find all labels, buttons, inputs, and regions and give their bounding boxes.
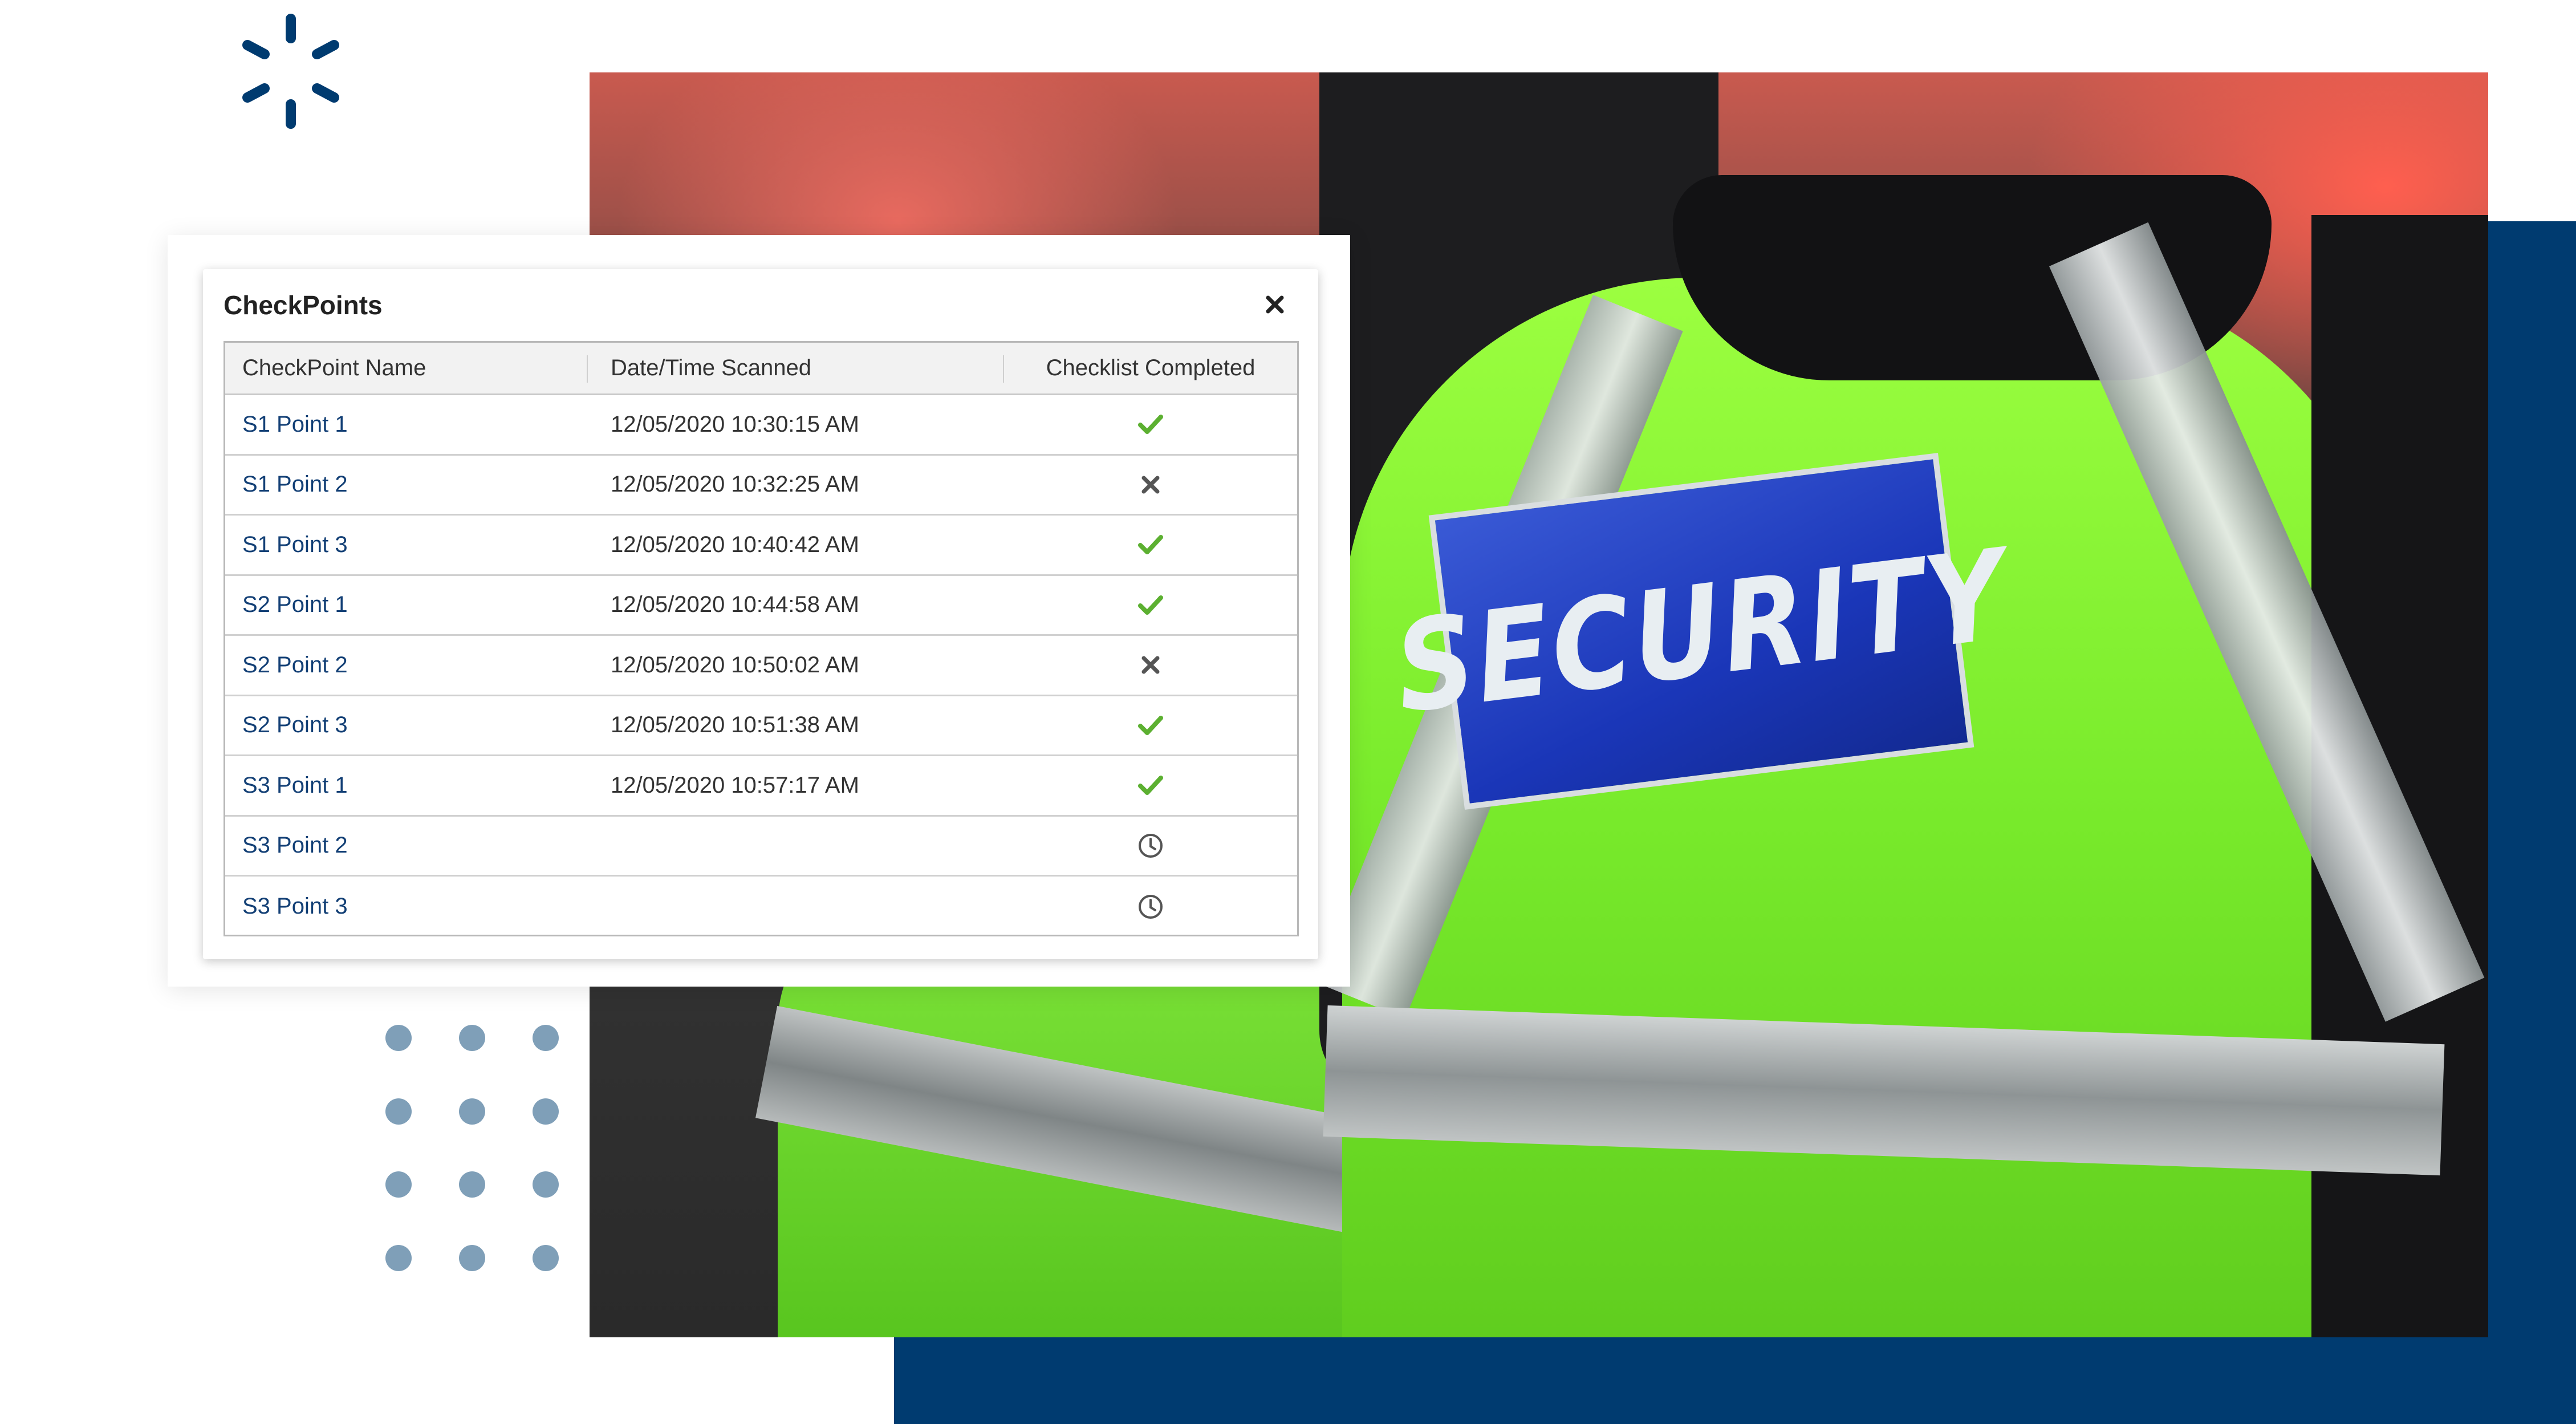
date-time-scanned: 12/05/2020 10:51:38 AM (611, 712, 859, 738)
checkpoint-name-link[interactable]: S2 Point 2 (225, 636, 588, 695)
close-icon (1266, 295, 1284, 314)
checkpoint-name-link[interactable]: S2 Point 3 (225, 696, 588, 755)
column-header-date-time-scanned[interactable]: Date/Time Scanned (588, 343, 1004, 393)
panel-title: CheckPoints (224, 290, 383, 320)
check-icon (1138, 415, 1163, 435)
checkpoint-name-link[interactable]: S3 Point 3 (225, 877, 588, 937)
column-header-checkpoint-name[interactable]: CheckPoint Name (225, 343, 588, 393)
date-time-scanned: 12/05/2020 10:50:02 AM (611, 652, 859, 677)
table-body: S1 Point 1 12/05/2020 10:30:15 AM S1 Point… (225, 395, 1297, 937)
dot (459, 1245, 485, 1271)
check-icon (1138, 595, 1163, 615)
checkpoint-name-link[interactable]: S3 Point 2 (225, 817, 588, 875)
checklist-status (1004, 756, 1297, 815)
checklist-status (1004, 576, 1297, 635)
table-row: S3 Point 3 (225, 877, 1297, 937)
date-time-scanned: 12/05/2020 10:32:25 AM (611, 472, 859, 497)
dot (385, 1245, 412, 1271)
date-time-scanned (588, 817, 1004, 875)
cross-icon (1141, 476, 1160, 494)
checkpoint-name-link[interactable]: S1 Point 3 (225, 516, 588, 574)
clock-icon (1139, 833, 1163, 858)
dot (533, 1098, 559, 1125)
checklist-status (1004, 877, 1297, 937)
checkpoint-name-link[interactable]: S2 Point 1 (225, 576, 588, 635)
dot (459, 1025, 485, 1051)
security-patch-text: SECURITY (1388, 522, 2015, 741)
dot (385, 1098, 412, 1125)
table-row: S2 Point 1 12/05/2020 10:44:58 AM (225, 576, 1297, 636)
dot (533, 1171, 559, 1198)
check-icon (1138, 715, 1163, 735)
checkpoint-name-link[interactable]: S3 Point 1 (225, 756, 588, 815)
checklist-status (1004, 696, 1297, 755)
cross-icon (1141, 656, 1160, 674)
navy-accent-block-bottom (894, 1337, 2576, 1424)
checklist-status (1004, 817, 1297, 875)
close-button[interactable] (1258, 287, 1292, 322)
table-row: S1 Point 3 12/05/2020 10:40:42 AM (225, 516, 1297, 576)
dot (533, 1245, 559, 1271)
date-time-scanned: 12/05/2020 10:44:58 AM (611, 592, 859, 618)
table-row: S2 Point 2 12/05/2020 10:50:02 AM (225, 636, 1297, 696)
date-time-scanned: 12/05/2020 10:30:15 AM (611, 411, 859, 437)
dot (459, 1098, 485, 1125)
table-row: S2 Point 3 12/05/2020 10:51:38 AM (225, 696, 1297, 756)
checklist-status (1004, 456, 1297, 514)
check-icon (1138, 776, 1163, 796)
checkpoint-name-link[interactable]: S1 Point 1 (225, 395, 588, 454)
dot (459, 1171, 485, 1198)
table-header: CheckPoint Name Date/Time Scanned Checkl… (225, 343, 1297, 395)
checklist-status (1004, 395, 1297, 454)
table-row: S3 Point 1 12/05/2020 10:57:17 AM (225, 756, 1297, 817)
security-patch: SECURITY (1388, 453, 2015, 810)
dot (533, 1025, 559, 1051)
column-header-checklist-completed[interactable]: Checklist Completed (1004, 343, 1297, 393)
checkpoints-table: CheckPoint Name Date/Time Scanned Checkl… (224, 341, 1299, 936)
dot (385, 1025, 412, 1051)
date-time-scanned: 12/05/2020 10:40:42 AM (611, 532, 859, 557)
table-row: S1 Point 2 12/05/2020 10:32:25 AM (225, 456, 1297, 516)
table-row: S3 Point 2 (225, 817, 1297, 877)
clock-icon (1139, 894, 1163, 919)
dot (385, 1171, 412, 1198)
checkpoints-panel: CheckPoints CheckPoint Name Date/Time Sc… (203, 269, 1318, 959)
date-time-scanned (588, 877, 1004, 937)
checklist-status (1004, 516, 1297, 574)
date-time-scanned: 12/05/2020 10:57:17 AM (611, 772, 859, 798)
navy-accent-block-right (2486, 221, 2576, 1424)
spark-logo-icon (242, 14, 339, 129)
check-icon (1138, 535, 1163, 555)
table-row: S1 Point 1 12/05/2020 10:30:15 AM (225, 395, 1297, 456)
checkpoint-name-link[interactable]: S1 Point 2 (225, 456, 588, 514)
checklist-status (1004, 636, 1297, 695)
